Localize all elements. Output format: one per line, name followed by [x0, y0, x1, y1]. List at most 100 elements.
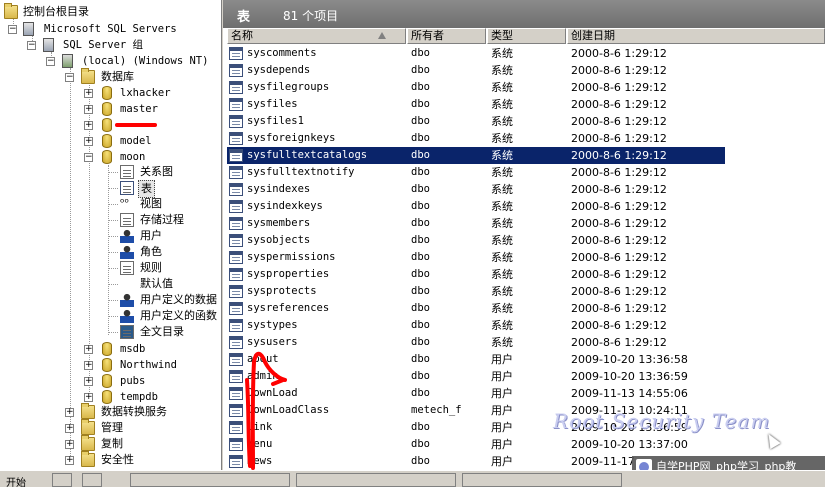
table-row[interactable]: sysmembers dbo 系统 2000-8-6 1:29:12: [227, 215, 725, 232]
item-count: 81 个项目: [283, 9, 339, 23]
table-row[interactable]: sysindexkeys dbo 系统 2000-8-6 1:29:12: [227, 198, 725, 215]
tree-child-label: 全文目录: [140, 325, 184, 338]
table-owner-cell: dbo: [411, 336, 430, 348]
taskbar-quicklaunch-icon[interactable]: [82, 473, 102, 487]
table-date-cell: 2009-11-13 14:55:06: [571, 387, 688, 400]
expand-toggle[interactable]: +: [84, 393, 93, 402]
table-row[interactable]: sysproperties dbo 系统 2000-8-6 1:29:12: [227, 266, 725, 283]
collapse-toggle[interactable]: −: [27, 41, 36, 50]
tree-child-label: 角色: [140, 245, 162, 258]
table-type-cell: 系统: [491, 64, 513, 77]
table-row[interactable]: sysobjects dbo 系统 2000-8-6 1:29:12: [227, 232, 725, 249]
table-name-cell: syscomments: [247, 47, 317, 59]
table-row[interactable]: sysfiles1 dbo 系统 2000-8-6 1:29:12: [227, 113, 725, 130]
expand-toggle[interactable]: +: [84, 377, 93, 386]
table-owner-cell: dbo: [411, 455, 430, 467]
table-owner-cell: dbo: [411, 438, 430, 450]
table-owner-cell: dbo: [411, 421, 430, 433]
table-date-cell: 2000-8-6 1:29:12: [571, 268, 667, 281]
table-name-cell: sysprotects: [247, 285, 317, 297]
table-date-cell: 2000-8-6 1:29:12: [571, 183, 667, 196]
tree-servers-label: Microsoft SQL Servers: [44, 23, 177, 35]
tree-instance-label: (local) (Windows NT): [82, 55, 209, 67]
table-name-cell: sysforeignkeys: [247, 132, 336, 144]
table-row[interactable]: systypes dbo 系统 2000-8-6 1:29:12: [227, 317, 725, 334]
table-type-cell: 系统: [491, 115, 513, 128]
column-header-owner[interactable]: 所有者: [407, 28, 486, 44]
table-row[interactable]: sysfilegroups dbo 系统 2000-8-6 1:29:12: [227, 79, 725, 96]
table-date-cell: 2009-10-20 13:37:00: [571, 438, 688, 451]
tree-child-label: 规则: [140, 261, 162, 274]
table-row[interactable]: sysprotects dbo 系统 2000-8-6 1:29:12: [227, 283, 725, 300]
table-type-cell: 用户: [491, 353, 513, 366]
stored-procedure-icon: [120, 213, 134, 227]
database-icon: [102, 390, 112, 404]
table-icon: [229, 166, 243, 179]
taskbar-window-button[interactable]: [130, 473, 290, 487]
database-icon: [102, 374, 112, 388]
table-owner-cell: dbo: [411, 353, 430, 365]
tree-folder-label: 数据转换服务: [101, 405, 167, 418]
column-header-type[interactable]: 类型: [487, 28, 566, 44]
table-date-cell: 2000-8-6 1:29:12: [571, 251, 667, 264]
table-type-cell: 系统: [491, 81, 513, 94]
expand-toggle[interactable]: +: [65, 408, 74, 417]
collapse-toggle[interactable]: −: [8, 25, 17, 34]
sql-servers-icon: [23, 22, 34, 36]
expand-toggle[interactable]: +: [65, 424, 74, 433]
column-header-name[interactable]: 名称: [227, 28, 406, 44]
taskbar: 开始: [0, 470, 825, 487]
table-row[interactable]: sysfiles dbo 系统 2000-8-6 1:29:12: [227, 96, 725, 113]
start-button[interactable]: 开始: [6, 474, 26, 487]
table-row[interactable]: sysfulltextnotify dbo 系统 2000-8-6 1:29:12: [227, 164, 725, 181]
table-row[interactable]: sysdepends dbo 系统 2000-8-6 1:29:12: [227, 62, 725, 79]
taskbar-window-button[interactable]: [462, 473, 622, 487]
console-tree[interactable]: 控制台根目录 − Microsoft SQL Servers − SQL Ser…: [0, 0, 222, 470]
collapse-toggle[interactable]: −: [65, 73, 74, 82]
database-icon: [102, 134, 112, 148]
table-name-cell: sysfilegroups: [247, 81, 330, 93]
table-row[interactable]: syscomments dbo 系统 2000-8-6 1:29:12: [227, 45, 725, 62]
table-icon: [229, 319, 243, 332]
table-name-cell: sysindexkeys: [247, 200, 323, 212]
collapse-toggle[interactable]: −: [46, 57, 55, 66]
folder-icon: [81, 68, 95, 84]
table-type-cell: 系统: [491, 336, 513, 349]
expand-toggle[interactable]: +: [65, 440, 74, 449]
table-name-cell: sysfiles: [247, 98, 298, 110]
expand-toggle[interactable]: +: [84, 121, 93, 130]
table-date-cell: 2000-8-6 1:29:12: [571, 64, 667, 77]
table-owner-cell: dbo: [411, 149, 430, 161]
table-row[interactable]: sysindexes dbo 系统 2000-8-6 1:29:12: [227, 181, 725, 198]
table-type-cell: 系统: [491, 251, 513, 264]
database-icon: [102, 342, 112, 356]
column-owner-label: 所有者: [411, 29, 444, 42]
database-label: msdb: [120, 343, 146, 355]
table-name-cell: sysindexes: [247, 183, 311, 195]
table-name-cell: sysfiles1: [247, 115, 304, 127]
table-icon: [229, 251, 243, 264]
taskbar-quicklaunch-icon[interactable]: [52, 473, 72, 487]
table-type-cell: 系统: [491, 98, 513, 111]
expand-toggle[interactable]: +: [65, 456, 74, 465]
taskbar-window-button[interactable]: [296, 473, 456, 487]
expand-toggle[interactable]: +: [84, 105, 93, 114]
table-type-cell: 系统: [491, 183, 513, 196]
table-row[interactable]: sysforeignkeys dbo 系统 2000-8-6 1:29:12: [227, 130, 725, 147]
table-type-cell: 系统: [491, 132, 513, 145]
table-owner-cell: dbo: [411, 98, 430, 110]
fulltext-catalog-icon: [120, 325, 134, 339]
table-row[interactable]: sysfulltextcatalogs dbo 系统 2000-8-6 1:29:12: [227, 147, 725, 164]
expand-toggle[interactable]: +: [84, 137, 93, 146]
expand-toggle[interactable]: +: [84, 89, 93, 98]
table-name-cell: sysobjects: [247, 234, 311, 246]
collapse-toggle[interactable]: −: [84, 153, 93, 162]
table-row[interactable]: sysreferences dbo 系统 2000-8-6 1:29:12: [227, 300, 725, 317]
expand-toggle[interactable]: +: [84, 345, 93, 354]
expand-toggle[interactable]: +: [84, 361, 93, 370]
column-header-date[interactable]: 创建日期: [567, 28, 825, 44]
details-title: 表: [237, 10, 251, 25]
table-name-cell: sysmembers: [247, 217, 311, 229]
table-row[interactable]: syspermissions dbo 系统 2000-8-6 1:29:12: [227, 249, 725, 266]
default-icon: [120, 277, 134, 291]
